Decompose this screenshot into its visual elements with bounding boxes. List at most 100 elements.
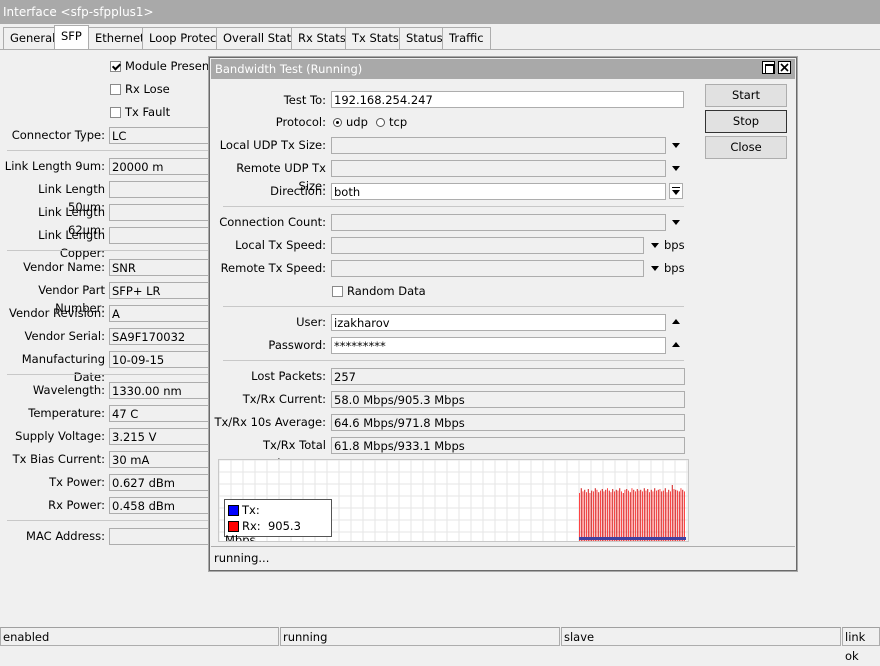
- tx-color-swatch: [228, 505, 239, 516]
- rx-bar: [612, 489, 614, 541]
- remote-udp-tx-size-label: Remote UDP Tx Size:: [236, 161, 326, 193]
- tx-fault-checkbox[interactable]: Tx Fault: [110, 103, 170, 121]
- rx-bar: [608, 490, 610, 541]
- local-udp-tx-size-input[interactable]: [331, 137, 666, 154]
- remote-udp-tx-size-input[interactable]: [331, 160, 666, 177]
- password-input[interactable]: *********: [331, 337, 666, 354]
- connection-count-input[interactable]: [331, 214, 666, 231]
- rx-color-swatch: [228, 521, 239, 532]
- rx-bar: [638, 490, 640, 541]
- rx-bar: [589, 493, 591, 541]
- divider: [7, 250, 222, 251]
- tab-sfp[interactable]: SFP: [54, 25, 89, 50]
- dropdown-arrow-icon[interactable]: [651, 266, 659, 271]
- rx-bar: [647, 489, 649, 541]
- rx-bar: [650, 489, 652, 541]
- rx-bar: [593, 491, 594, 541]
- start-button[interactable]: Start: [705, 84, 787, 107]
- dialog-status: running...: [211, 546, 795, 569]
- rx-bar: [673, 489, 675, 541]
- rx-bar: [615, 489, 617, 541]
- vendor-name-label: Vendor Name:: [23, 260, 105, 274]
- maximize-glyph: [765, 64, 774, 74]
- rx-bar: [678, 491, 680, 541]
- test-to-input[interactable]: 192.168.254.247: [331, 91, 684, 108]
- rx-bar: [661, 491, 663, 541]
- tx-power-label: Tx Power:: [49, 475, 105, 489]
- rx-bar: [657, 489, 659, 541]
- rx-bar: [631, 488, 633, 541]
- connection-count-label: Connection Count:: [219, 215, 326, 229]
- rx-bar: [652, 491, 654, 541]
- rx-bar: [629, 492, 631, 541]
- tab-bar: General SFP Ethernet Loop Protect Overal…: [0, 25, 880, 50]
- txrx-current-label: Tx/Rx Current:: [242, 392, 326, 406]
- dropdown-arrow-icon[interactable]: [651, 243, 659, 248]
- txrx-10s-average-field: 64.6 Mbps/971.8 Mbps: [331, 414, 685, 431]
- local-tx-speed-label: Local Tx Speed:: [235, 238, 326, 252]
- rx-bar: [579, 493, 580, 541]
- txrx-current-field: 58.0 Mbps/905.3 Mbps: [331, 391, 685, 408]
- protocol-tcp-radio[interactable]: tcp: [376, 113, 407, 131]
- protocol-udp-radio[interactable]: udp: [333, 113, 368, 131]
- remote-tx-speed-unit: bps: [664, 261, 685, 275]
- tab-tx-stats[interactable]: Tx Stats: [345, 27, 406, 49]
- vendor-serial-label: Vendor Serial:: [24, 329, 105, 343]
- chevron-down-icon: [672, 190, 680, 195]
- rx-bar: [677, 490, 678, 541]
- status-bar: enabled running slave link ok: [0, 627, 880, 663]
- user-input[interactable]: izakharov: [331, 314, 666, 331]
- direction-select[interactable]: both: [331, 183, 666, 200]
- rx-bar: [636, 489, 638, 541]
- local-tx-speed-unit: bps: [664, 238, 685, 252]
- link-length-copper-label: Link Length Copper:: [38, 228, 105, 260]
- rx-bar: [619, 488, 621, 541]
- tx-bias-current-label: Tx Bias Current:: [12, 452, 105, 466]
- maximize-icon[interactable]: [762, 61, 775, 74]
- graph-legend: Tx: Rx: 905.3 Mbps: [224, 499, 332, 541]
- rx-bar: [670, 491, 671, 541]
- status-slave: slave: [561, 627, 841, 646]
- vendor-part-number-label: Vendor Part Number:: [38, 283, 105, 315]
- dropdown-arrow-icon[interactable]: [672, 220, 680, 225]
- txrx-total-average-label: Tx/Rx Total Average:: [262, 438, 326, 470]
- tab-rx-stats[interactable]: Rx Stats: [291, 27, 353, 49]
- stop-button[interactable]: Stop: [705, 110, 787, 133]
- collapse-arrow-icon[interactable]: [672, 319, 680, 324]
- rx-bar: [640, 489, 642, 541]
- remote-tx-speed-input[interactable]: [331, 260, 644, 277]
- rx-bar: [682, 489, 684, 541]
- local-tx-speed-input[interactable]: [331, 237, 644, 254]
- collapse-arrow-icon[interactable]: [672, 342, 680, 347]
- random-data-checkbox[interactable]: Random Data: [332, 282, 426, 300]
- close-button[interactable]: Close: [705, 136, 787, 159]
- rx-bar: [596, 489, 598, 541]
- checkbox-box: [110, 107, 121, 118]
- tx-bar: [579, 537, 686, 540]
- rx-power-label: Rx Power:: [48, 498, 105, 512]
- rx-lose-checkbox[interactable]: Rx Lose: [110, 80, 170, 98]
- module-present-checkbox[interactable]: Module Present: [110, 57, 214, 75]
- legend-tx: Tx:: [225, 503, 260, 517]
- direction-dropdown-button[interactable]: [669, 183, 683, 199]
- rx-bar: [584, 489, 586, 541]
- mac-address-label: MAC Address:: [26, 529, 105, 543]
- close-icon[interactable]: [778, 61, 791, 74]
- rx-bar: [675, 489, 677, 541]
- dropdown-arrow-icon[interactable]: [672, 166, 680, 171]
- link-length-50um-label: Link Length 50um:: [38, 182, 105, 214]
- checkbox-box: [332, 286, 343, 297]
- rx-bar: [617, 490, 619, 541]
- rx-bar: [649, 492, 650, 541]
- status-link-ok: link ok: [842, 627, 880, 663]
- rx-bar: [624, 489, 626, 541]
- dropdown-arrow-icon[interactable]: [672, 143, 680, 148]
- dialog-title: Bandwidth Test (Running): [211, 59, 795, 79]
- radio-selected-icon: [333, 118, 342, 127]
- rx-bar: [591, 490, 593, 541]
- check-icon: [110, 61, 121, 72]
- link-length-62um-label: Link Length 62um:: [38, 205, 105, 237]
- rx-bar: [610, 492, 612, 541]
- bandwidth-test-dialog: Bandwidth Test (Running) Test To: 192.16…: [209, 57, 797, 571]
- tab-traffic[interactable]: Traffic: [442, 27, 491, 49]
